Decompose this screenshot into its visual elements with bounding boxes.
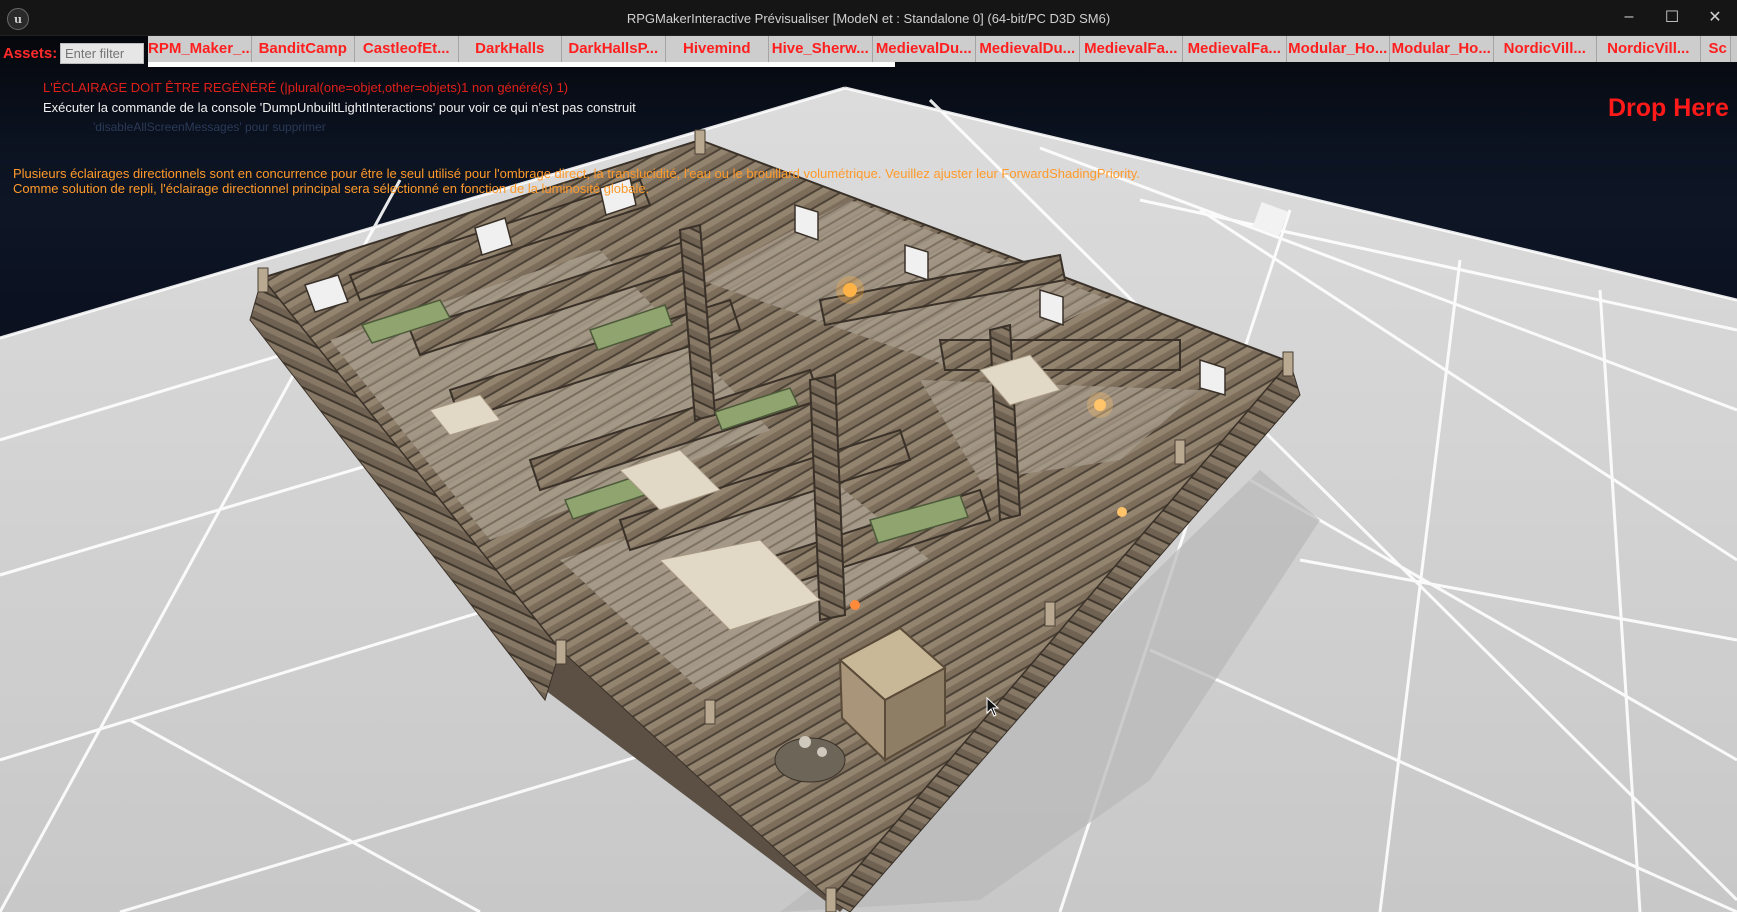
asset-tab[interactable]: DarkHallsP... xyxy=(562,36,666,62)
close-button[interactable]: ✕ xyxy=(1695,4,1735,30)
asset-filter-input[interactable] xyxy=(60,43,144,64)
asset-tab[interactable]: DarkHalls xyxy=(458,36,562,62)
asset-loading-progress-bar xyxy=(148,62,895,67)
asset-tab[interactable]: MedievalFa... xyxy=(1079,36,1183,62)
directional-light-warning-line-1: Plusieurs éclairages directionnels sont … xyxy=(13,166,1140,181)
asset-tab[interactable]: CastleofEt... xyxy=(355,36,459,62)
asset-tab[interactable]: Hive_Sherw... xyxy=(769,36,873,62)
drop-here-zone[interactable]: Drop Here xyxy=(1608,94,1729,123)
maximize-button[interactable]: ☐ xyxy=(1652,4,1692,30)
asset-tab[interactable]: BanditCamp xyxy=(251,36,355,62)
mouse-cursor-icon xyxy=(986,697,1000,717)
suppress-messages-hint: 'disableAllScreenMessages' pour supprime… xyxy=(93,120,326,134)
asset-tab-bar: RPM_Maker_... BanditCamp CastleofEt... Dark… xyxy=(148,36,1737,62)
asset-tab[interactable]: MedievalFa... xyxy=(1183,36,1287,62)
asset-tab[interactable]: Modular_Ho... xyxy=(1286,36,1390,62)
asset-tab[interactable]: Sc xyxy=(1700,36,1731,62)
asset-tab[interactable]: RPM_Maker_... xyxy=(148,36,252,62)
asset-tab[interactable]: Hivemind xyxy=(665,36,769,62)
assets-label: Assets: xyxy=(3,45,58,62)
asset-tab[interactable]: NordicVill... xyxy=(1493,36,1597,62)
asset-tab[interactable]: MedievalDu... xyxy=(872,36,976,62)
minimize-button[interactable]: – xyxy=(1609,4,1649,30)
asset-tab[interactable]: MedievalDu... xyxy=(976,36,1080,62)
window-title: RPGMakerInteractive Prévisualiser [ModeN… xyxy=(626,11,1111,26)
window-titlebar: u RPGMakerInteractive Prévisualiser [Mod… xyxy=(0,0,1737,36)
directional-light-warning-line-2: Comme solution de repli, l'éclairage dir… xyxy=(13,181,650,196)
asset-tab[interactable]: NordicVill... xyxy=(1597,36,1701,62)
asset-tab[interactable]: Modular_Ho... xyxy=(1390,36,1494,62)
console-command-hint: Exécuter la commande de la console 'Dump… xyxy=(43,100,636,115)
lighting-rebuild-warning: L'ÉCLAIRAGE DOIT ÊTRE REGÉNÉRÉ (|plural(… xyxy=(43,80,569,95)
